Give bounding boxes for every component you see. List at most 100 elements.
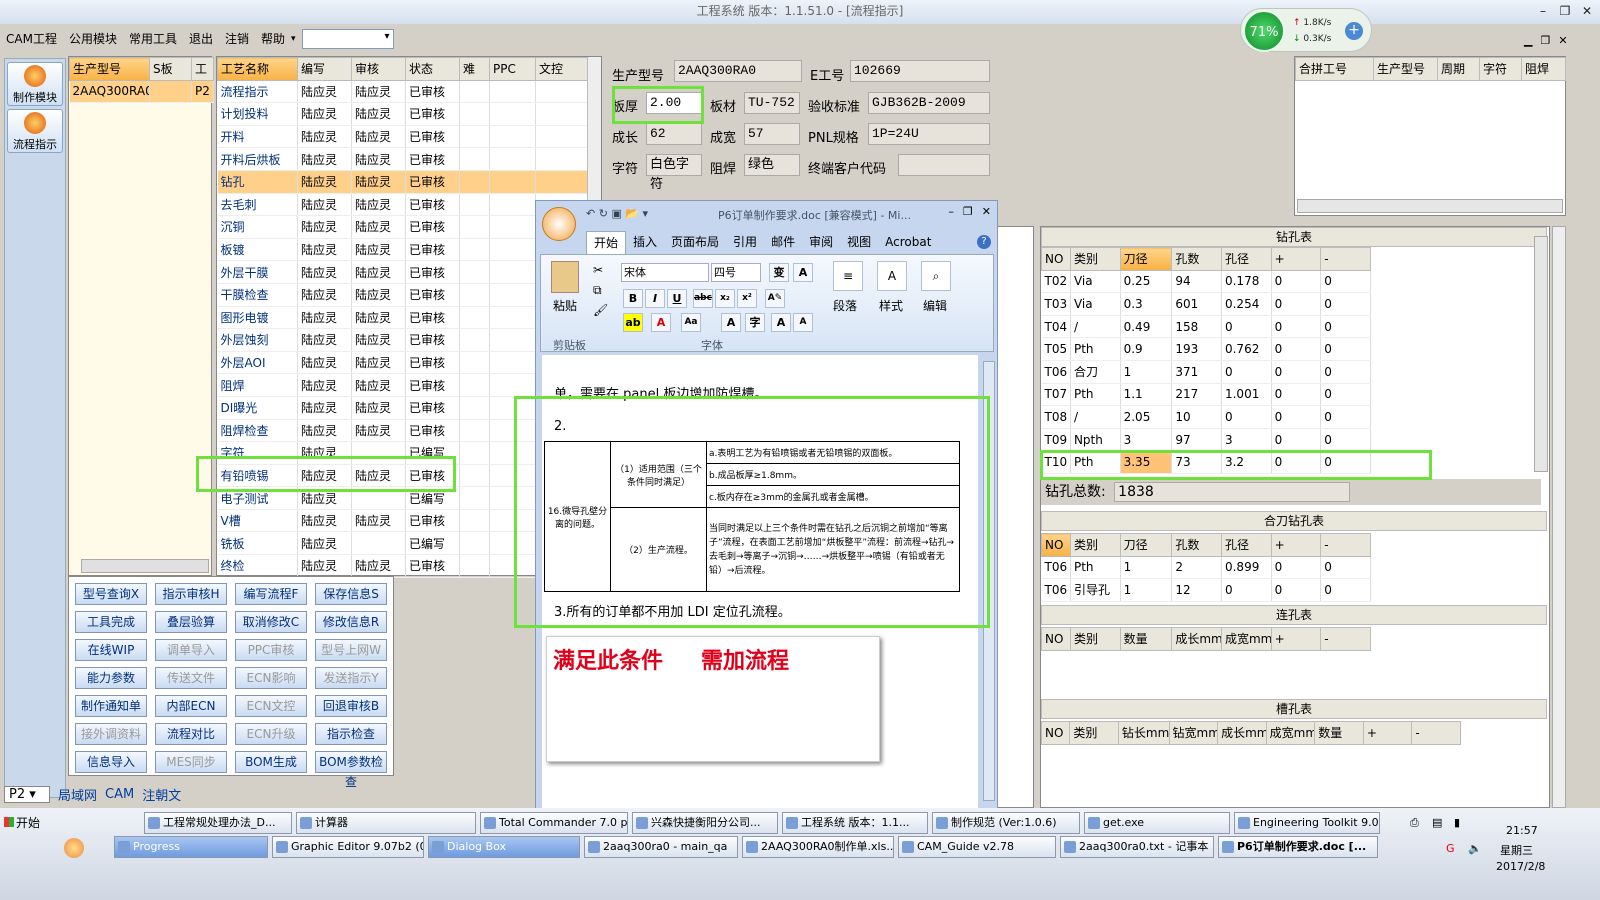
action-button[interactable]: ECN文控: [235, 695, 307, 717]
process-row[interactable]: 字符 陆应灵 已编写: [217, 441, 588, 465]
action-button[interactable]: 工具完成: [75, 611, 147, 633]
combo_drill-header[interactable]: NO: [1041, 533, 1071, 557]
process-row[interactable]: 阻焊检查 陆应灵 陆应灵 已审核: [217, 419, 588, 443]
solder-mask-field[interactable]: 绿色: [744, 154, 800, 176]
clock-time[interactable]: 21:57: [1506, 824, 1538, 837]
col-difficulty[interactable]: 难: [459, 57, 490, 81]
action-button[interactable]: 取消修改C: [235, 611, 307, 633]
tab-references[interactable]: 引用: [726, 231, 764, 254]
link-header[interactable]: 类别: [1069, 627, 1121, 651]
col-model[interactable]: 生产型号: [69, 57, 150, 81]
slot-header[interactable]: +: [1362, 721, 1413, 745]
action-button[interactable]: 制作通知单: [75, 695, 147, 717]
material-field[interactable]: TU-752: [744, 92, 800, 114]
chevron-down-icon[interactable]: ▾: [291, 34, 296, 44]
char-shading-icon[interactable]: A: [721, 313, 741, 332]
order-row[interactable]: 2AAQ300RA0 P2: [69, 80, 214, 104]
printer-icon[interactable]: ⎙: [1410, 816, 1419, 830]
tab-home[interactable]: 开始: [586, 231, 627, 254]
paragraph-group-label[interactable]: 段落: [833, 297, 857, 314]
font-size-box[interactable]: 四号: [711, 263, 761, 282]
drill-row[interactable]: T07 Pth 1.1 217 1.001 0 0: [1041, 383, 1371, 407]
silkscreen-field[interactable]: 白色字符: [646, 154, 702, 192]
close-icon[interactable]: ✕: [1578, 3, 1596, 19]
action-button[interactable]: 调单导入: [155, 639, 227, 661]
quicklaunch-icon[interactable]: [64, 838, 84, 858]
tray-icon[interactable]: ▤: [1432, 816, 1442, 829]
width-field[interactable]: 57: [744, 123, 800, 145]
taskbar-button[interactable]: CAM_Guide v2.78: [898, 836, 1056, 858]
superscript-icon[interactable]: x²: [737, 289, 757, 308]
save-icon[interactable]: ▣: [611, 207, 621, 220]
drill-vscrollbar[interactable]: [1534, 236, 1548, 472]
word-minimize-icon[interactable]: –: [948, 205, 954, 218]
drill-row[interactable]: T04/0.49 158 0 0 0: [1041, 315, 1371, 339]
taskbar-button[interactable]: Dialog Box: [428, 836, 580, 858]
col-doc-control[interactable]: 文控: [535, 57, 588, 81]
taskbar-button[interactable]: Graphic Editor 9.07b2 (0...: [272, 836, 424, 858]
action-button[interactable]: 叠层验算: [155, 611, 227, 633]
nav-make-module[interactable]: 制作模块: [7, 62, 63, 106]
combo_drill-header[interactable]: 类别: [1069, 533, 1121, 557]
process-row[interactable]: 外层AOI 陆应灵 陆应灵 已审核: [217, 351, 588, 375]
process-row[interactable]: 铣板 陆应灵 已编写: [217, 531, 588, 556]
action-button[interactable]: 能力参数: [75, 667, 147, 689]
taskbar-button[interactable]: 制作规范 (Ver:1.0.6): [932, 812, 1080, 834]
action-button[interactable]: 指示审核H: [155, 583, 227, 605]
combo_drill-header[interactable]: +: [1270, 533, 1322, 557]
minimize-icon[interactable]: –: [1534, 3, 1552, 19]
drill-header[interactable]: +: [1270, 247, 1322, 271]
drill-row[interactable]: T06 合刀 1 371 0 0 0: [1041, 360, 1371, 384]
link-header[interactable]: 成长mm: [1171, 627, 1222, 651]
slot-header[interactable]: -: [1411, 721, 1461, 745]
taskbar-button[interactable]: 2aaq300ra0.txt - 记事本: [1060, 836, 1214, 858]
process-row[interactable]: 去毛刺 陆应灵 陆应灵 已审核: [217, 193, 588, 217]
taskbar-button[interactable]: P6订单制作要求.doc [...: [1218, 836, 1378, 858]
restore-icon[interactable]: ❐: [1556, 3, 1574, 19]
format-painter-icon[interactable]: 🖌: [593, 303, 608, 317]
action-button[interactable]: 在线WIP: [75, 639, 147, 661]
taskbar-button[interactable]: Total Commander 7.0 p...: [480, 812, 628, 834]
combo_drill-header[interactable]: -: [1320, 533, 1371, 557]
combo_drill-header[interactable]: 孔径: [1220, 533, 1272, 557]
taskbar-button[interactable]: Progress: [114, 836, 268, 858]
action-button[interactable]: 回退审核B: [315, 695, 387, 717]
taskbar-button[interactable]: get.exe: [1084, 812, 1230, 834]
copy-icon[interactable]: ⧉: [593, 283, 602, 298]
binoculars-icon[interactable]: ⌕: [921, 261, 951, 291]
taskbar-button[interactable]: 兴森快捷衡阳分公司...: [632, 812, 778, 834]
taskbar-button[interactable]: 工程常规处理办法_D...: [144, 812, 292, 834]
cpu-meter[interactable]: 71%: [1243, 10, 1285, 52]
process-row[interactable]: 有铅喷锡 陆应灵 陆应灵 已审核: [217, 464, 588, 488]
drill-header[interactable]: 类别: [1069, 247, 1121, 271]
subscript-icon[interactable]: x₂: [715, 289, 735, 308]
menu-cam[interactable]: CAM工程: [0, 28, 63, 50]
styles-icon[interactable]: A: [877, 261, 907, 291]
action-button[interactable]: 修改信息R: [315, 611, 387, 633]
process-row[interactable]: 沉铜 陆应灵 陆应灵 已审核: [217, 215, 588, 239]
thickness-field[interactable]: 2.00: [646, 92, 702, 114]
action-button[interactable]: 编写流程F: [235, 583, 307, 605]
doc-vscrollbar[interactable]: [983, 361, 995, 801]
col-writer[interactable]: 编写: [297, 57, 352, 81]
col-status[interactable]: 状态: [405, 57, 460, 81]
tab-insert[interactable]: 插入: [626, 231, 664, 254]
undo-icon[interactable]: ↶: [586, 207, 595, 220]
mdi-restore-icon[interactable]: ❐: [1540, 34, 1550, 48]
action-button[interactable]: 流程对比: [155, 723, 227, 745]
slot-header[interactable]: NO: [1040, 721, 1071, 745]
col-s-board[interactable]: S板: [149, 57, 192, 81]
customer-code-field[interactable]: [898, 154, 990, 176]
slot-header[interactable]: 钻宽mm: [1168, 721, 1219, 745]
slot-header[interactable]: 成长mm: [1217, 721, 1267, 745]
menu-tools[interactable]: 常用工具: [123, 28, 183, 50]
drill-header[interactable]: 孔数: [1171, 247, 1222, 271]
menu-exit[interactable]: 退出: [183, 28, 219, 50]
process-row[interactable]: 钻孔 陆应灵 陆应灵 已审核: [217, 170, 588, 194]
action-button[interactable]: 内部ECN: [155, 695, 227, 717]
enclose-char-icon[interactable]: 字: [745, 313, 765, 332]
drill-row[interactable]: T02 Via 0.25 94 0.178 0 0: [1041, 270, 1371, 294]
drill-total-field[interactable]: 1838: [1114, 482, 1351, 502]
grow-font-icon[interactable]: A: [771, 313, 791, 332]
col-merge-model[interactable]: 生产型号: [1373, 57, 1438, 81]
